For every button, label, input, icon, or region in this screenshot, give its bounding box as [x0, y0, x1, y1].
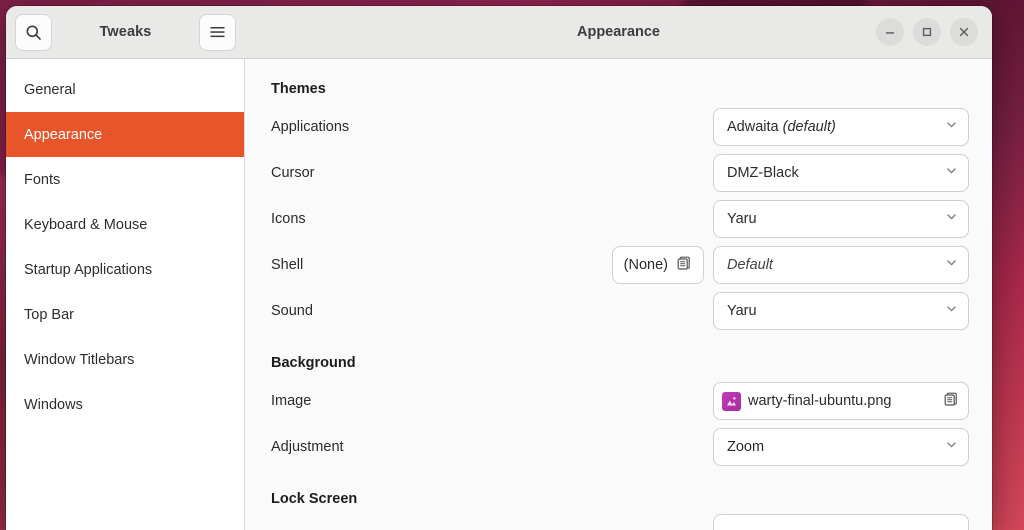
icons-theme-dropdown[interactable]: Yaru	[713, 200, 969, 238]
background-section-heading: Background	[271, 355, 356, 371]
minimize-button[interactable]	[876, 18, 904, 46]
shell-theme-dropdown[interactable]: Default	[713, 246, 969, 284]
chevron-down-icon	[945, 438, 958, 456]
sidebar-item-label: Fonts	[24, 171, 61, 188]
chevron-down-icon	[945, 164, 958, 182]
sidebar-item-label: Startup Applications	[24, 261, 153, 278]
lock-screen-section-heading: Lock Screen	[271, 491, 358, 507]
sidebar-item-label: Appearance	[24, 126, 103, 143]
sidebar-item-windows[interactable]: Windows	[6, 382, 244, 427]
header-right-pane: Appearance	[245, 6, 992, 58]
hamburger-menu-icon	[209, 25, 226, 39]
row-background-image: Image warty-final-ubuntu.png	[271, 378, 969, 424]
row-label: Icons	[271, 211, 306, 227]
cursor-theme-dropdown[interactable]: DMZ-Black	[713, 154, 969, 192]
menu-button[interactable]	[199, 13, 236, 51]
sidebar-item-top-bar[interactable]: Top Bar	[6, 292, 244, 337]
settings-content: Themes Applications Adwaita (default) Cu…	[245, 59, 992, 530]
chevron-down-icon	[945, 302, 958, 320]
background-adjustment-dropdown[interactable]: Zoom	[713, 428, 969, 466]
row-shell-theme: Shell (None) Default	[271, 242, 969, 288]
chevron-down-icon	[945, 210, 958, 228]
sidebar-item-window-titlebars[interactable]: Window Titlebars	[6, 337, 244, 382]
row-controls: Adwaita (default)	[713, 108, 969, 146]
search-button[interactable]	[15, 13, 52, 51]
sidebar: General Appearance Fonts Keyboard & Mous…	[6, 59, 245, 530]
value-suffix: (default)	[782, 119, 836, 135]
header-left-pane: Tweaks	[6, 6, 245, 58]
row-icons-theme: Icons Yaru	[271, 196, 969, 242]
row-controls: warty-final-ubuntu.png	[713, 382, 969, 420]
row-controls: Yaru	[713, 200, 969, 238]
sidebar-item-label: Top Bar	[24, 306, 74, 323]
sidebar-item-fonts[interactable]: Fonts	[6, 157, 244, 202]
sidebar-item-label: Windows	[24, 396, 83, 413]
sidebar-item-label: Keyboard & Mouse	[24, 216, 148, 233]
window-controls	[876, 18, 978, 46]
sidebar-item-label: Window Titlebars	[24, 351, 135, 368]
sound-theme-value: Yaru	[727, 303, 757, 319]
sidebar-item-appearance[interactable]: Appearance	[6, 112, 244, 157]
icons-theme-value: Yaru	[727, 211, 757, 227]
desktop-wallpaper: Tweaks Appearance General Appearance Fon…	[0, 0, 1024, 530]
chevron-down-icon	[945, 118, 958, 136]
maximize-icon	[921, 26, 933, 38]
image-thumbnail-icon	[722, 391, 741, 411]
file-picker-icon	[943, 391, 959, 412]
lock-screen-image-file-button[interactable]	[713, 514, 969, 530]
maximize-button[interactable]	[913, 18, 941, 46]
row-cursor-theme: Cursor DMZ-Black	[271, 150, 969, 196]
cursor-theme-value: DMZ-Black	[727, 165, 799, 181]
app-title: Tweaks	[99, 24, 152, 40]
applications-theme-dropdown[interactable]: Adwaita (default)	[713, 108, 969, 146]
tweaks-window: Tweaks Appearance General Appearance Fon…	[6, 6, 992, 530]
row-label: Shell	[271, 257, 304, 273]
shell-theme-value: Default	[727, 257, 773, 273]
background-adjustment-value: Zoom	[727, 439, 765, 455]
shell-theme-file-button[interactable]: (None)	[611, 246, 704, 284]
applications-theme-value: Adwaita (default)	[727, 119, 945, 135]
row-label: Image	[271, 393, 312, 409]
row-controls: (None) Default	[611, 246, 969, 284]
window-body: General Appearance Fonts Keyboard & Mous…	[6, 59, 992, 530]
row-applications-theme: Applications Adwaita (default)	[271, 104, 969, 150]
row-sound-theme: Sound Yaru	[271, 288, 969, 334]
sidebar-item-keyboard-and-mouse[interactable]: Keyboard & Mouse	[6, 202, 244, 247]
close-icon	[958, 26, 970, 38]
sidebar-item-label: General	[24, 81, 76, 98]
window-header-bar: Tweaks Appearance	[6, 6, 992, 59]
value-text: Adwaita	[727, 119, 779, 135]
row-controls: Yaru	[713, 292, 969, 330]
sidebar-item-general[interactable]: General	[6, 67, 244, 112]
row-background-adjustment: Adjustment Zoom	[271, 424, 969, 470]
chevron-down-icon	[945, 256, 958, 274]
row-label: Sound	[271, 303, 313, 319]
row-controls: Zoom	[713, 428, 969, 466]
shell-theme-file-label: (None)	[623, 257, 668, 273]
row-controls: DMZ-Black	[713, 154, 969, 192]
sound-theme-dropdown[interactable]: Yaru	[713, 292, 969, 330]
themes-section-heading: Themes	[271, 81, 326, 97]
file-picker-icon	[676, 255, 692, 275]
row-label: Cursor	[271, 165, 315, 181]
background-image-file-button[interactable]: warty-final-ubuntu.png	[713, 382, 969, 420]
search-icon	[25, 24, 42, 41]
row-label: Applications	[271, 119, 350, 135]
row-label: Adjustment	[271, 439, 344, 455]
close-button[interactable]	[950, 18, 978, 46]
minimize-icon	[884, 26, 896, 38]
sidebar-item-startup-applications[interactable]: Startup Applications	[6, 247, 244, 292]
background-image-file-name: warty-final-ubuntu.png	[748, 393, 892, 409]
